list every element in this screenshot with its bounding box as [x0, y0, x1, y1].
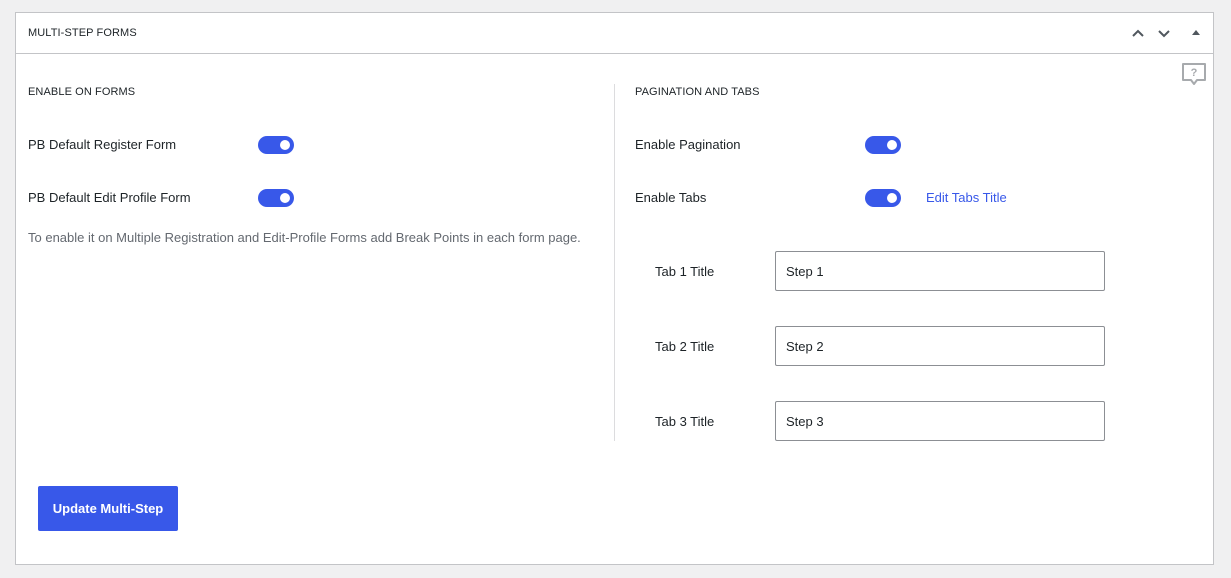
register-form-toggle[interactable] — [258, 136, 294, 154]
panel-title: MULTI-STEP FORMS — [28, 27, 137, 39]
toggle-knob — [887, 140, 897, 150]
enable-pagination-toggle[interactable] — [865, 136, 901, 154]
panel-header: MULTI-STEP FORMS — [16, 13, 1213, 54]
triangle-up-icon[interactable] — [1186, 23, 1206, 43]
edit-tabs-title-link[interactable]: Edit Tabs Title — [926, 190, 1007, 205]
pagination-and-tabs-title: PAGINATION AND TABS — [635, 86, 760, 98]
toggle-knob — [887, 193, 897, 203]
tab-1-title-input[interactable] — [775, 251, 1105, 291]
help-speech-bubble-icon[interactable]: ? — [1180, 61, 1208, 89]
enable-tabs-toggle[interactable] — [865, 189, 901, 207]
tab-2-title-label: Tab 2 Title — [655, 339, 715, 354]
column-divider — [614, 84, 615, 441]
toggle-knob — [280, 193, 290, 203]
toggle-knob — [280, 140, 290, 150]
tab-3-title-input[interactable] — [775, 401, 1105, 441]
register-form-label: PB Default Register Form — [28, 137, 177, 152]
chevron-up-icon[interactable] — [1128, 23, 1148, 43]
update-multi-step-button[interactable]: Update Multi-Step — [38, 486, 178, 531]
break-points-hint: To enable it on Multiple Registration an… — [28, 230, 581, 245]
enable-on-forms-title: ENABLE ON FORMS — [28, 86, 136, 98]
edit-profile-form-label: PB Default Edit Profile Form — [28, 190, 191, 205]
tab-1-title-label: Tab 1 Title — [655, 264, 715, 279]
tab-2-title-input[interactable] — [775, 326, 1105, 366]
tab-3-title-label: Tab 3 Title — [655, 414, 715, 429]
enable-tabs-label: Enable Tabs — [635, 190, 707, 205]
svg-text:?: ? — [1191, 67, 1198, 79]
chevron-down-icon[interactable] — [1154, 23, 1174, 43]
multi-step-forms-panel: MULTI-STEP FORMS ? ENABLE ON FORMS PB De… — [15, 12, 1214, 565]
edit-profile-form-toggle[interactable] — [258, 189, 294, 207]
enable-pagination-label: Enable Pagination — [635, 137, 741, 152]
